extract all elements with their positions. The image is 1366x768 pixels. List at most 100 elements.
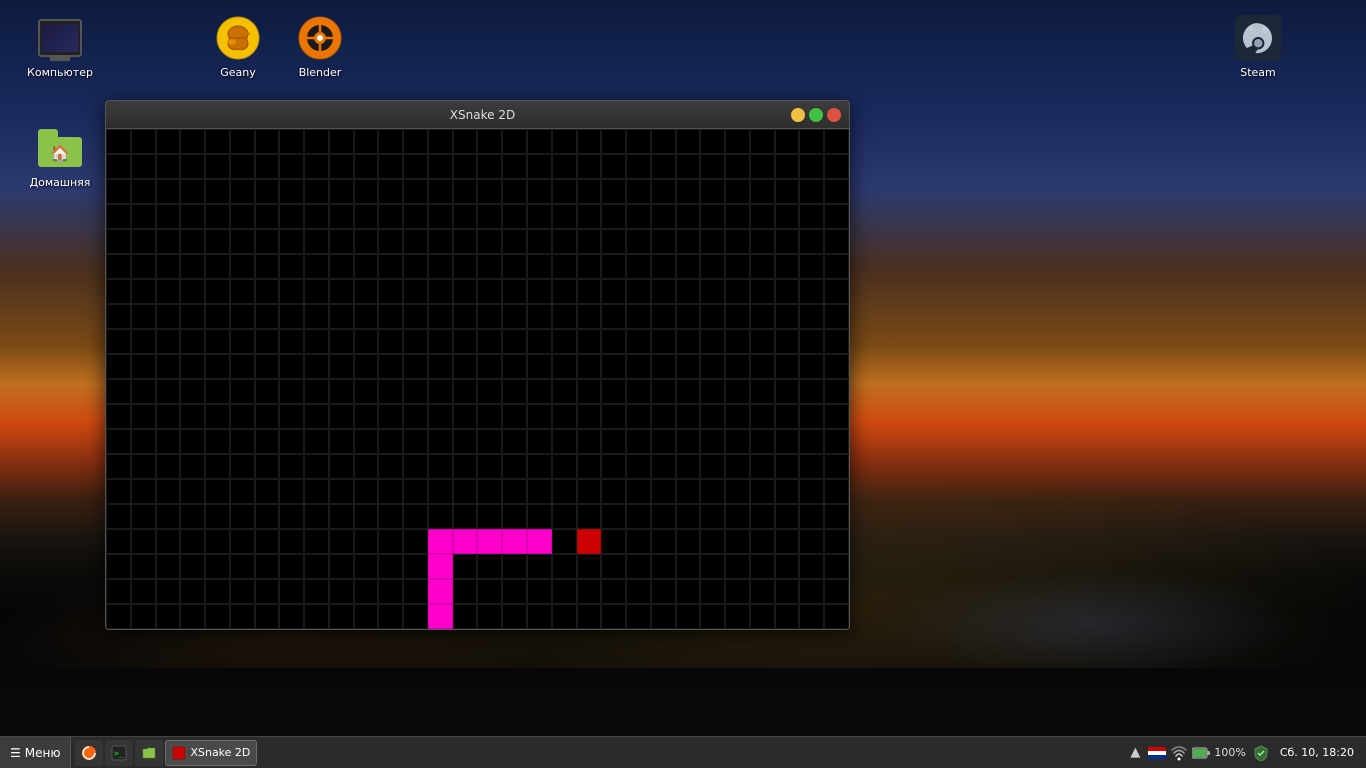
grid-cell [205,554,230,579]
grid-cell [205,254,230,279]
grid-cell [601,129,626,154]
grid-cell [552,329,577,354]
grid-cell [230,529,255,554]
window-close-button[interactable]: × [827,108,841,122]
grid-cell [527,429,552,454]
grid-cell [255,129,280,154]
grid-cell [230,179,255,204]
grid-cell [230,229,255,254]
tray-wifi-icon[interactable] [1170,744,1188,762]
grid-cell [428,329,453,354]
grid-cell [750,179,775,204]
window-minimize-button[interactable]: − [791,108,805,122]
grid-cell [453,279,478,304]
window-controls: − + × [791,108,841,122]
grid-cell [527,129,552,154]
grid-cell [799,279,824,304]
grid-cell [205,129,230,154]
grid-cell [304,354,329,379]
grid-cell [799,129,824,154]
grid-cell [329,604,354,629]
desktop-icon-geany[interactable]: Geany [198,10,278,83]
desktop-icon-blender[interactable]: Blender [280,10,360,83]
grid-cell [428,479,453,504]
grid-cell [378,204,403,229]
taskbar-menu-button[interactable]: ☰ Меню [0,737,71,768]
grid-cell [230,254,255,279]
grid-cell [725,329,750,354]
grid-cell [601,529,626,554]
grid-cell [453,529,478,554]
grid-cell [477,204,502,229]
grid-cell [180,404,205,429]
geany-icon-image [214,14,262,62]
grid-cell [378,479,403,504]
grid-cell [700,504,725,529]
tray-security-icon[interactable] [1252,744,1270,762]
grid-cell [626,154,651,179]
tray-show-hidden-icon[interactable]: ▲ [1126,744,1144,762]
grid-cell [279,329,304,354]
window-maximize-button[interactable]: + [809,108,823,122]
grid-cell [577,604,602,629]
grid-cell [750,404,775,429]
grid-cell [725,229,750,254]
grid-cell [180,179,205,204]
desktop-icon-home[interactable]: 🏠 Домашняя [20,120,100,193]
grid-cell [626,329,651,354]
grid-cell [577,504,602,529]
grid-cell [428,254,453,279]
grid-cell [156,454,181,479]
grid-cell [824,404,849,429]
taskbar-app-terminal[interactable]: >_ [105,740,133,766]
grid-cell [651,579,676,604]
grid-cell [329,279,354,304]
grid-cell [279,204,304,229]
grid-cell [552,379,577,404]
grid-cell [230,329,255,354]
taskbar-app-firefox[interactable] [75,740,103,766]
grid-cell [799,529,824,554]
grid-cell [106,454,131,479]
taskbar-app-files[interactable] [135,740,163,766]
grid-cell [799,229,824,254]
grid-cell [750,129,775,154]
grid-cell [329,479,354,504]
grid-cell [304,329,329,354]
grid-cell [354,554,379,579]
grid-cell [131,179,156,204]
grid-cell [156,179,181,204]
grid-cell [428,129,453,154]
grid-cell [205,429,230,454]
taskbar-app-xsnake[interactable]: XSnake 2D [165,740,257,766]
taskbar: ☰ Меню >_ XSnake 2D [0,736,1366,768]
desktop-icon-steam[interactable]: Steam [1218,10,1298,83]
grid-cell [279,154,304,179]
grid-cell [378,604,403,629]
grid-cell [255,204,280,229]
grid-cell [131,254,156,279]
grid-cell [329,379,354,404]
grid-cell [453,304,478,329]
grid-cell [552,279,577,304]
grid-cell [378,154,403,179]
desktop-icon-computer[interactable]: Компьютер [20,10,100,83]
grid-cell [378,254,403,279]
tray-language-icon[interactable] [1148,744,1166,762]
grid-cell [428,554,453,579]
tray-battery-icon[interactable] [1192,744,1210,762]
grid-cell [502,404,527,429]
grid-cell [279,229,304,254]
grid-cell [354,279,379,304]
grid-cell [106,279,131,304]
grid-cell [156,379,181,404]
grid-cell [329,354,354,379]
window-titlebar[interactable]: XSnake 2D − + × [106,101,849,129]
grid-cell [354,204,379,229]
grid-cell [106,229,131,254]
grid-cell [601,579,626,604]
grid-cell [329,129,354,154]
grid-cell [799,604,824,629]
grid-cell [527,254,552,279]
grid-cell [799,329,824,354]
